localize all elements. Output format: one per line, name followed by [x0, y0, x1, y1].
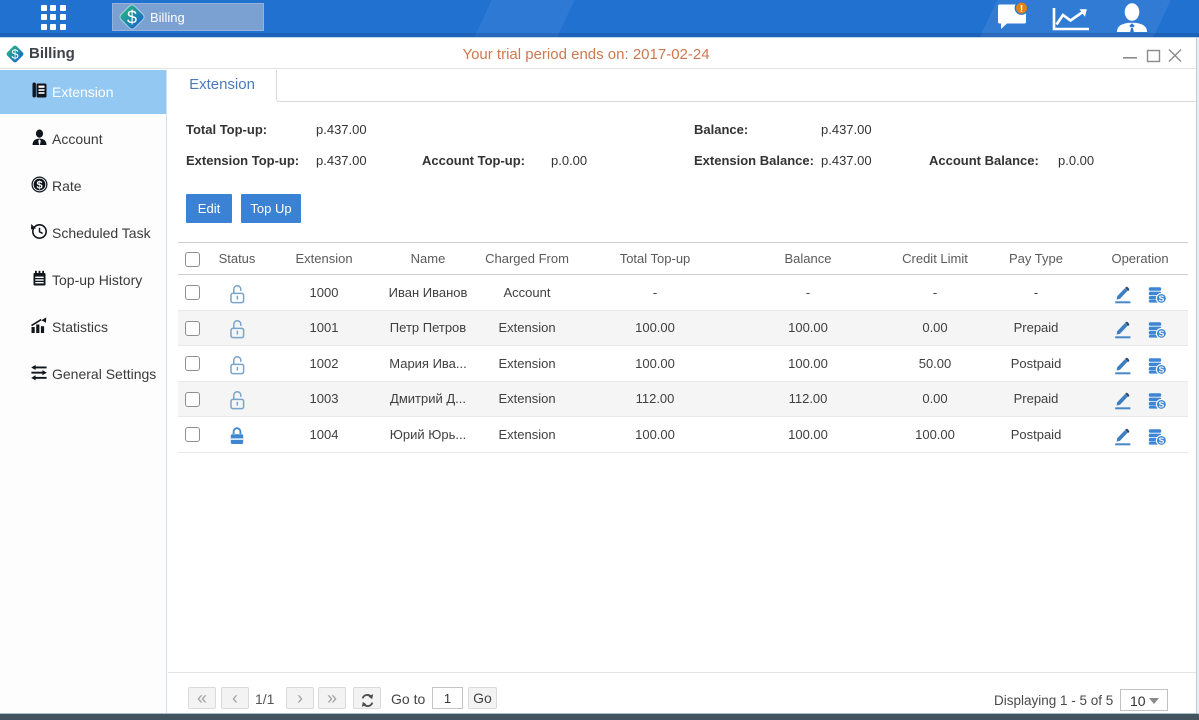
svg-text:$: $: [36, 180, 42, 192]
svg-text:!: !: [1020, 4, 1023, 15]
